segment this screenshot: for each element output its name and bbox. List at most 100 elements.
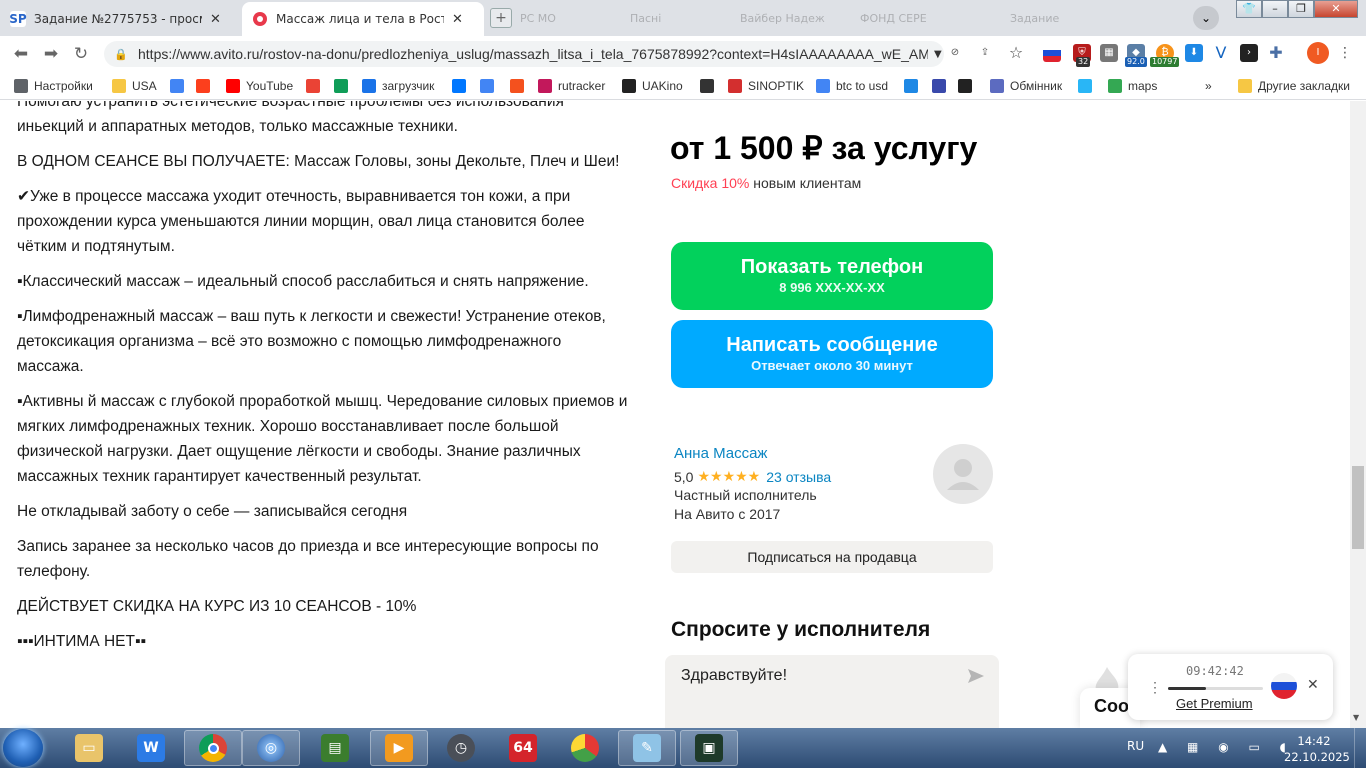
show-phone-label: Показать телефон (740, 256, 924, 278)
close-window-button[interactable]: ✕ (1314, 0, 1358, 18)
widget-menu-icon[interactable]: ⋮ (1148, 679, 1162, 696)
address-bar[interactable]: 🔒 https://www.avito.ru/rostov-na-donu/pr… (104, 41, 944, 67)
bookmark-item[interactable]: Другие закладки (1238, 78, 1350, 94)
media-player-taskbar-button[interactable]: ▶ (370, 730, 428, 766)
tab-ghost[interactable]: Пасні (630, 8, 740, 28)
ask-input-text[interactable]: Здравствуйте! (681, 667, 787, 684)
bookmark-item[interactable]: maps (1108, 78, 1157, 94)
arrow-icon (932, 79, 946, 93)
defender-taskbar-button[interactable]: W (122, 730, 180, 766)
dropdown-arrow-icon[interactable]: ▼ (934, 49, 942, 60)
bookmark-item[interactable]: btc to usd (816, 78, 888, 94)
reload-button[interactable]: ↻ (70, 44, 92, 64)
bookmark-item[interactable]: SINOPTIK (728, 78, 804, 94)
blocked-icon[interactable]: ⊘ (946, 44, 964, 62)
bookmark-item[interactable] (700, 78, 720, 94)
briefcase-icon[interactable]: ▦ (1100, 44, 1118, 62)
reviews-link[interactable]: 23 отзыва (766, 469, 831, 485)
close-tab-icon[interactable]: ✕ (452, 12, 463, 27)
description-paragraph: ✔Уже в процессе массажа уходит отечность… (17, 188, 585, 255)
back-button[interactable]: ⬅ (10, 44, 32, 64)
explorer-taskbar-button[interactable]: ▭ (60, 730, 118, 766)
bookmark-item[interactable] (932, 78, 952, 94)
write-message-button[interactable]: Написать сообщение Отвечает около 30 мин… (671, 320, 993, 388)
discount-highlight: Скидка 10% (671, 175, 750, 191)
chart-app-taskbar-button[interactable] (556, 730, 614, 766)
share-icon[interactable]: ⇪ (976, 44, 994, 62)
menu-dots-icon[interactable]: ⋮ (1336, 44, 1354, 62)
bookmark-item[interactable] (306, 78, 326, 94)
bookmark-item[interactable]: Настройки (14, 78, 93, 94)
player-progress[interactable] (1168, 687, 1263, 690)
send-icon[interactable] (967, 667, 985, 685)
clock-taskbar-button[interactable]: ◷ (432, 730, 490, 766)
system-tray-icons[interactable]: ▲ ▦ ◉ ▭ ◖ (1158, 740, 1294, 754)
bookmark-item[interactable]: rutracker (538, 78, 605, 94)
seller-type: Частный исполнитель (674, 487, 817, 503)
bookmark-item[interactable] (196, 78, 216, 94)
shirt-icon[interactable]: 👕 (1236, 0, 1262, 18)
yandex-icon (196, 79, 210, 93)
bookmark-item[interactable] (480, 78, 500, 94)
tab-ghost[interactable]: Задание (1010, 8, 1120, 28)
puzzle-icon[interactable]: ✚ (1267, 44, 1285, 62)
close-tab-icon[interactable]: ✕ (210, 12, 221, 27)
terminal-taskbar-button[interactable]: ▣ (680, 730, 738, 766)
page-scrollbar[interactable]: ▼ (1350, 101, 1366, 728)
bookmark-item[interactable]: Обмінник (990, 78, 1062, 94)
subscribe-seller-button[interactable]: Подписаться на продавца (671, 541, 993, 573)
maximize-button[interactable]: ❐ (1288, 0, 1314, 18)
ask-message-input[interactable]: Здравствуйте! (665, 655, 999, 728)
tab-ghost[interactable]: Вайбер Надеж (740, 8, 850, 28)
chrome-taskbar-button[interactable] (184, 730, 242, 766)
minimize-button[interactable]: – (1262, 0, 1288, 18)
network-taskbar-button[interactable]: ◎ (242, 730, 300, 766)
bookmark-item[interactable] (334, 78, 354, 94)
language-indicator[interactable]: RU (1127, 739, 1144, 753)
lock-icon[interactable]: 🔒 (114, 48, 130, 61)
tab-ghost[interactable]: ФОНД СЕРЕ (860, 8, 970, 28)
bookmark-item[interactable] (904, 78, 924, 94)
gpu-taskbar-button[interactable]: ▤ (306, 730, 364, 766)
description-paragraph: В ОДНОМ СЕАНСЕ ВЫ ПОЛУЧАЕТЕ: Массаж Голо… (17, 153, 620, 170)
bookmark-item[interactable]: » (1205, 78, 1212, 94)
get-premium-link[interactable]: Get Premium (1176, 696, 1253, 711)
taskbar-clock[interactable]: 14:42 22.10.2025 (1284, 733, 1350, 765)
bookmark-item[interactable] (510, 78, 530, 94)
bookmark-item[interactable] (452, 78, 472, 94)
bookmark-item[interactable]: загрузчик (362, 78, 434, 94)
new-tab-button[interactable]: + (490, 8, 512, 28)
bookmark-item[interactable]: UAKino (622, 78, 683, 94)
seller-avatar[interactable] (933, 444, 993, 504)
sp-favicon-icon: SP (9, 11, 27, 27)
download-icon[interactable]: ⬇ (1185, 44, 1203, 62)
bookmark-item[interactable] (958, 78, 978, 94)
tab-zadanie[interactable]: SP Задание №2775753 - просмотр з ✕ (0, 2, 242, 36)
russia-flag-icon[interactable] (1043, 44, 1061, 62)
start-button[interactable] (3, 729, 43, 767)
aida64-taskbar-button[interactable]: 64 (494, 730, 552, 766)
bookmark-item[interactable] (170, 78, 190, 94)
forward-button[interactable]: ➡ (40, 44, 62, 64)
bookmark-item[interactable]: USA (112, 78, 157, 94)
terminal-icon[interactable]: › (1240, 44, 1258, 62)
tab-search-button[interactable]: ⌄ (1193, 6, 1219, 30)
tab-ghost[interactable]: РС МО (520, 8, 630, 28)
show-desktop-button[interactable] (1354, 728, 1366, 768)
notepad-taskbar-button[interactable]: ✎ (618, 730, 676, 766)
bookmark-item[interactable] (1078, 78, 1098, 94)
v-extension-icon[interactable]: V (1212, 44, 1230, 62)
bookmark-item[interactable]: YouTube (226, 78, 293, 94)
tab-avito[interactable]: Массаж лица и тела в Ростове-на ✕ (242, 2, 484, 36)
bookmark-label: YouTube (246, 79, 294, 93)
scrollbar-thumb[interactable] (1352, 466, 1364, 549)
show-phone-button[interactable]: Показать телефон 8 996 XXX-XX-XX (671, 242, 993, 310)
scroll-down-arrow-icon[interactable]: ▼ (1353, 713, 1359, 722)
widget-close-icon[interactable]: ✕ (1307, 676, 1319, 693)
profile-avatar[interactable]: I (1307, 42, 1329, 64)
bookmark-star-icon[interactable]: ☆ (1007, 44, 1025, 62)
url-text[interactable]: https://www.avito.ru/rostov-na-donu/pred… (138, 46, 928, 62)
seller-name-link[interactable]: Анна Массаж (674, 445, 767, 462)
russia-flag-icon[interactable] (1271, 673, 1297, 699)
description-paragraph: ▪Лимфодренажный массаж – ваш путь к легк… (17, 308, 606, 375)
